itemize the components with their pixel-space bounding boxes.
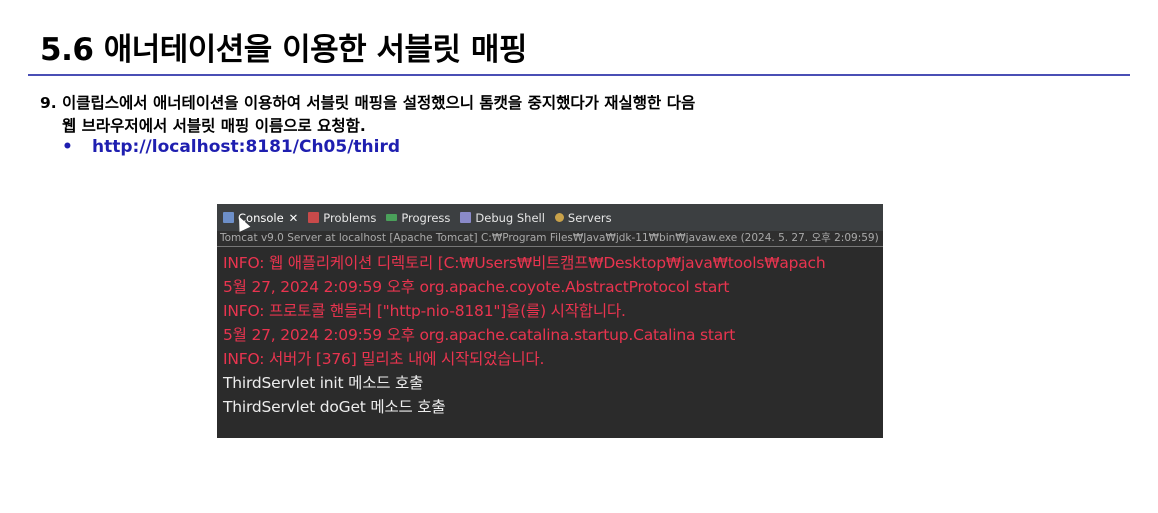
tab-debug-shell-label: Debug Shell (475, 210, 545, 225)
console-tab-bar: Console ✕ Problems Progress Debug Shell … (217, 204, 883, 232)
tab-progress-label: Progress (401, 210, 451, 225)
log-line: INFO: 프로토콜 핸들러 ["http-nio-8181"]을(를) 시작합… (223, 302, 626, 320)
progress-icon (386, 214, 398, 221)
log-line: 5월 27, 2024 2:09:59 오후 org.apache.coyote… (223, 278, 730, 296)
tab-servers-label: Servers (567, 210, 612, 225)
close-icon[interactable]: ✕ (289, 211, 299, 225)
bullet-dot: • (62, 137, 73, 157)
log-line: ThirdServlet init 메소드 호출 (223, 374, 424, 392)
slide-title: 5.6 애너테이션을 이용한 서블릿 매핑 (40, 32, 527, 68)
console-output[interactable]: INFO: 웹 애플리케이션 디렉토리 [C:₩Users₩비트캠프₩Deskt… (217, 247, 883, 419)
step-text-line2: 웹 브라우저에서 서블릿 매핑 이름으로 요청함. (62, 117, 366, 135)
request-url[interactable]: http://localhost:8181/Ch05/third (92, 137, 400, 157)
console-icon (223, 212, 234, 223)
tab-debug-shell[interactable]: Debug Shell (460, 211, 545, 225)
step-instruction: 9. 이클립스에서 애너테이션을 이용하여 서블릿 매핑을 설정했으니 톰캣을 중… (40, 92, 695, 138)
eclipse-console-panel: Console ✕ Problems Progress Debug Shell … (217, 204, 883, 438)
tab-servers[interactable]: Servers (554, 210, 612, 225)
servers-icon (554, 213, 564, 222)
log-line: INFO: 서버가 [376] 밀리초 내에 시작되었습니다. (223, 350, 545, 368)
tab-progress[interactable]: Progress (386, 211, 450, 225)
log-line: INFO: 웹 애플리케이션 디렉토리 [C:₩Users₩비트캠프₩Deskt… (223, 254, 826, 272)
debug-shell-icon (460, 212, 472, 223)
title-divider (28, 74, 1130, 76)
log-line: ThirdServlet doGet 메소드 호출 (223, 398, 446, 416)
server-info-line: Tomcat v9.0 Server at localhost [Apache … (217, 231, 883, 247)
step-text-line1: 이클립스에서 애너테이션을 이용하여 서블릿 매핑을 설정했으니 톰캣을 중지했… (62, 94, 696, 112)
url-bullet: • http://localhost:8181/Ch05/third (62, 137, 400, 157)
tab-console[interactable]: Console ✕ (223, 211, 299, 232)
step-number: 9. (40, 94, 57, 112)
tab-problems[interactable]: Problems (308, 211, 376, 225)
problems-icon (308, 212, 320, 223)
log-line: 5월 27, 2024 2:09:59 오후 org.apache.catali… (223, 326, 736, 344)
tab-problems-label: Problems (323, 210, 377, 225)
